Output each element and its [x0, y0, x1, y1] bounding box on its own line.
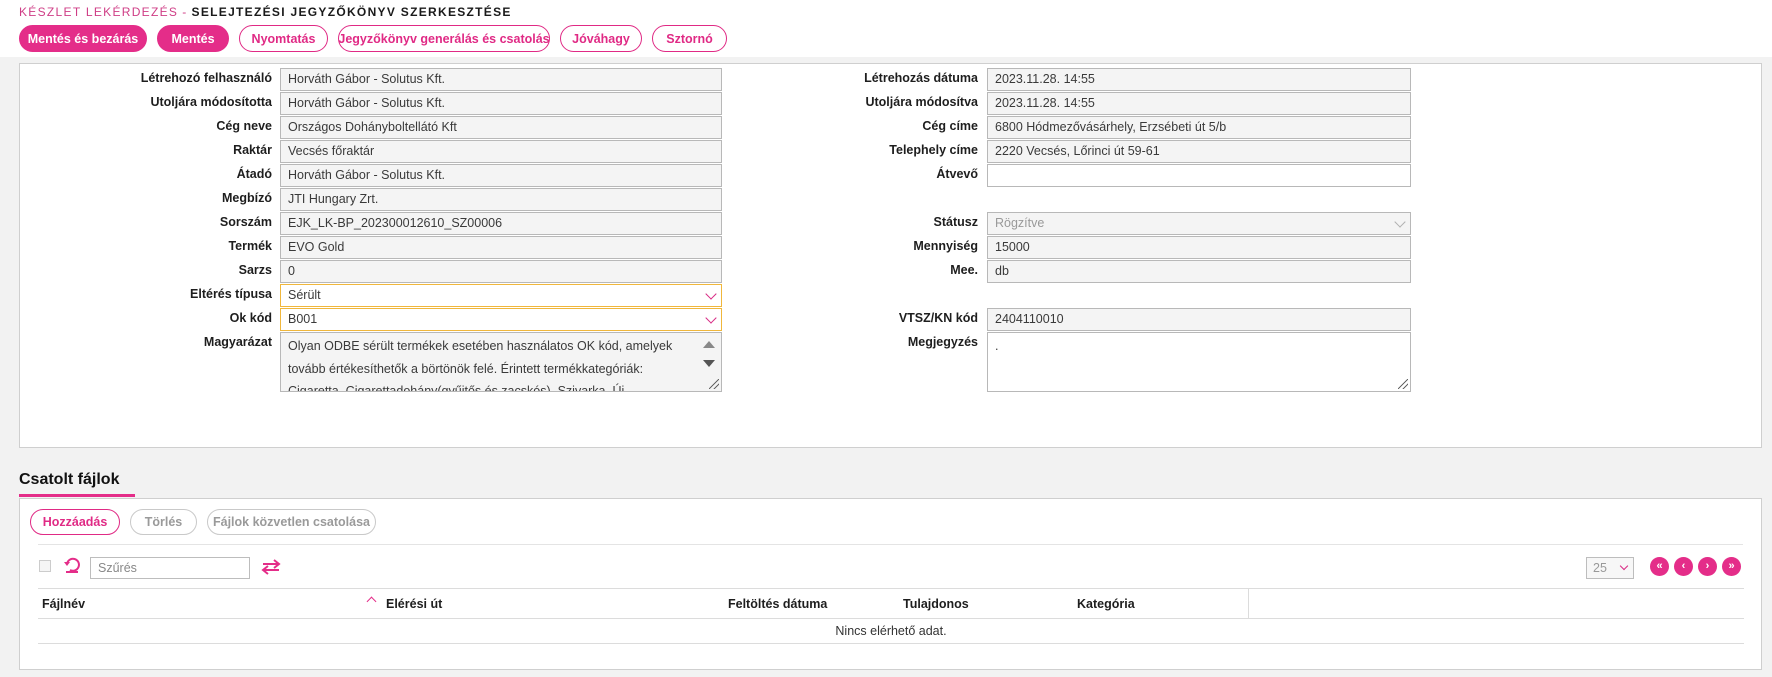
scroll-down-icon[interactable]	[703, 360, 715, 367]
label-unit: Mee.	[950, 263, 978, 277]
scroll-up-icon[interactable]	[703, 341, 715, 348]
attached-files-title[interactable]: Csatolt fájlok	[19, 471, 119, 489]
label-quantity: Mennyiség	[913, 239, 978, 253]
column-separator	[1248, 589, 1249, 619]
created-date-field[interactable]: 2023.11.28. 14:55	[987, 68, 1411, 91]
label-created-date: Létrehozás dátuma	[864, 71, 978, 85]
last-page-button[interactable]: »	[1722, 557, 1741, 576]
page-title: Selejtezési jegyzőkönyv szerkesztése	[191, 5, 512, 19]
modified-date-field[interactable]: 2023.11.28. 14:55	[987, 92, 1411, 115]
label-product: Termék	[228, 239, 272, 253]
column-path[interactable]: Elérési út	[386, 589, 442, 619]
next-page-button[interactable]: ›	[1698, 557, 1717, 576]
label-company-address: Cég címe	[922, 119, 978, 133]
chevron-down-icon[interactable]	[1619, 561, 1629, 571]
serial-field[interactable]: EJK_LK-BP_202300012610_SZ00006	[280, 212, 722, 235]
label-last-modified-by: Utoljára módosította	[150, 95, 272, 109]
label-batch: Sarzs	[238, 263, 272, 277]
label-company-name: Cég neve	[216, 119, 272, 133]
first-page-button[interactable]: «	[1650, 557, 1669, 576]
cancel-button[interactable]: Sztornó	[652, 25, 727, 52]
chevron-down-icon[interactable]	[1394, 216, 1406, 228]
note-textarea[interactable]: .	[987, 332, 1411, 392]
save-button[interactable]: Mentés	[157, 25, 229, 52]
label-warehouse: Raktár	[233, 143, 272, 157]
active-tab-underline	[19, 494, 135, 497]
column-filename[interactable]: Fájlnév	[42, 589, 85, 619]
quantity-field[interactable]: 15000	[987, 236, 1411, 259]
label-note: Megjegyzés	[907, 335, 978, 349]
deviation-type-select[interactable]: Sérült	[280, 284, 722, 307]
select-all-checkbox[interactable]	[39, 560, 51, 572]
reason-code-select[interactable]: B001	[280, 308, 722, 331]
empty-table-message: Nincs elérhető adat.	[38, 619, 1744, 644]
unit-field[interactable]: db	[987, 260, 1411, 283]
creator-field[interactable]: Horváth Gábor - Solutus Kft.	[280, 68, 722, 91]
company-address-field[interactable]: 6800 Hódmezővásárhely, Erzsébeti út 5/b	[987, 116, 1411, 139]
toolbar-divider	[38, 544, 1743, 545]
add-file-button[interactable]: Hozzáadás	[30, 509, 120, 535]
swap-icon[interactable]	[260, 557, 282, 577]
generate-and-attach-button[interactable]: Jegyzőkönyv generálás és csatolás	[338, 25, 550, 52]
direct-attach-button[interactable]: Fájlok közvetlen csatolása	[207, 509, 376, 535]
product-field[interactable]: EVO Gold	[280, 236, 722, 259]
prev-page-button[interactable]: ‹	[1674, 557, 1693, 576]
chevron-down-icon[interactable]	[705, 288, 717, 300]
vtsz-field[interactable]: 2404110010	[987, 308, 1411, 331]
sort-asc-icon[interactable]	[366, 596, 377, 607]
explanation-textarea[interactable]: Olyan ODBE sérült termékek esetében hasz…	[280, 332, 722, 392]
label-principal: Megbízó	[222, 191, 272, 205]
files-toolbar: Hozzáadás Törlés Fájlok közvetlen csatol…	[30, 509, 376, 535]
status-select[interactable]: Rögzítve	[987, 212, 1411, 235]
label-modified-date: Utoljára módosítva	[865, 95, 978, 109]
files-table-header: Fájlnév Elérési út Feltöltés dátuma Tula…	[38, 588, 1744, 619]
warehouse-field[interactable]: Vecsés főraktár	[280, 140, 722, 163]
pagination: « ‹ › »	[1650, 557, 1741, 576]
receiver-field[interactable]	[987, 164, 1411, 187]
label-site-address: Telephely címe	[889, 143, 978, 157]
label-handover: Átadó	[236, 167, 272, 181]
filter-input[interactable]: Szűrés	[90, 557, 250, 579]
label-creator: Létrehozó felhasználó	[140, 71, 272, 85]
label-status: Státusz	[933, 215, 978, 229]
deviation-type-value: Sérült	[288, 288, 321, 302]
toolbar: Mentés és bezárás Mentés Nyomtatás Jegyz…	[19, 25, 727, 52]
resize-handle-icon[interactable]	[1398, 379, 1408, 389]
refresh-icon[interactable]	[62, 555, 82, 575]
label-vtsz: VTSZ/KN kód	[898, 311, 978, 325]
breadcrumb-parent[interactable]: Készlet lekérdezés	[19, 5, 178, 19]
site-address-field[interactable]: 2220 Vecsés, Lőrinci út 59-61	[987, 140, 1411, 163]
page-size-value: 25	[1593, 561, 1607, 575]
breadcrumb-separator: -	[182, 5, 188, 19]
column-owner[interactable]: Tulajdonos	[903, 589, 969, 619]
print-button[interactable]: Nyomtatás	[239, 25, 328, 52]
note-text: .	[995, 339, 999, 353]
delete-file-button[interactable]: Törlés	[130, 509, 197, 535]
approve-button[interactable]: Jóváhagy	[560, 25, 642, 52]
label-serial: Sorszám	[219, 215, 272, 229]
resize-handle-icon[interactable]	[709, 379, 719, 389]
column-upload-date[interactable]: Feltöltés dátuma	[728, 589, 827, 619]
breadcrumb: Készlet lekérdezés - Selejtezési jegyzőkön…	[19, 5, 512, 19]
batch-field[interactable]: 0	[280, 260, 722, 283]
principal-field[interactable]: JTI Hungary Zrt.	[280, 188, 722, 211]
company-name-field[interactable]: Országos Dohányboltellátó Kft	[280, 116, 722, 139]
attached-files-panel: Hozzáadás Törlés Fájlok közvetlen csatol…	[19, 498, 1762, 670]
label-receiver: Átvevő	[936, 167, 978, 181]
page-size-select[interactable]: 25	[1586, 557, 1634, 579]
status-value: Rögzítve	[995, 216, 1045, 230]
top-bar: Készlet lekérdezés - Selejtezési jegyzőkön…	[0, 0, 1772, 57]
save-and-close-button[interactable]: Mentés és bezárás	[19, 25, 147, 52]
form-panel: Létrehozó felhasználó Horváth Gábor - So…	[19, 63, 1762, 448]
chevron-down-icon[interactable]	[705, 312, 717, 324]
handover-field[interactable]: Horváth Gábor - Solutus Kft.	[280, 164, 722, 187]
column-category[interactable]: Kategória	[1077, 589, 1135, 619]
last-modified-by-field[interactable]: Horváth Gábor - Solutus Kft.	[280, 92, 722, 115]
reason-code-value: B001	[288, 312, 318, 326]
explanation-text: Olyan ODBE sérült termékek esetében hasz…	[288, 339, 673, 392]
label-reason-code: Ok kód	[229, 311, 272, 325]
label-deviation-type: Eltérés típusa	[190, 287, 272, 301]
label-explanation: Magyarázat	[203, 335, 272, 349]
